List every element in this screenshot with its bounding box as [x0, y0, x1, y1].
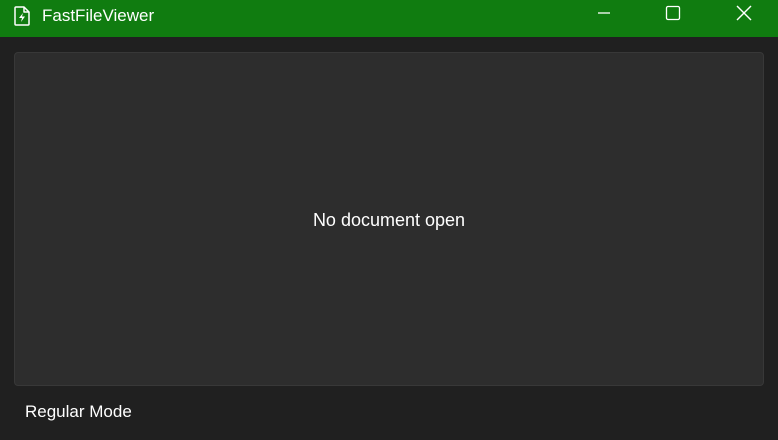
minimize-icon — [596, 5, 612, 26]
close-icon — [736, 5, 752, 26]
maximize-icon — [665, 5, 681, 26]
window-title: FastFileViewer — [42, 6, 155, 25]
minimize-button[interactable] — [581, 0, 627, 30]
empty-state-message: No document open — [312, 209, 466, 230]
maximize-button[interactable] — [650, 0, 696, 30]
document-viewer[interactable]: No document open — [14, 52, 764, 386]
title-bar[interactable]: FastFileViewer — [0, 0, 778, 37]
file-lightning-icon — [13, 6, 31, 26]
close-button[interactable] — [721, 0, 767, 30]
mode-label: Regular Mode — [25, 402, 132, 421]
app-window: FastFileViewer No document open Regular … — [0, 0, 778, 440]
